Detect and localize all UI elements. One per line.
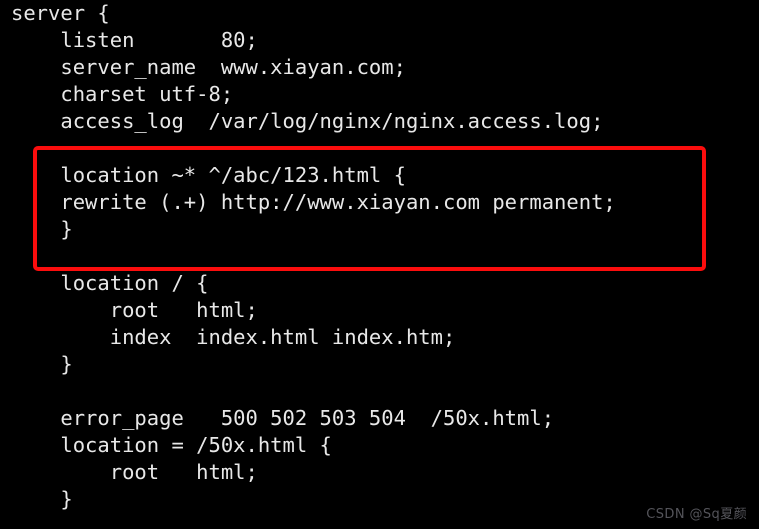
nginx-config-code: server { listen 80; server_name www.xiay…	[11, 0, 751, 513]
code-line-highlighted: }	[11, 217, 73, 241]
code-line-highlighted: rewrite (.+) http://www.xiayan.com perma…	[11, 190, 616, 214]
code-line: listen 80;	[11, 28, 258, 52]
code-line: }	[11, 352, 73, 376]
code-line: location / {	[11, 271, 209, 295]
code-line: location = /50x.html {	[11, 433, 332, 457]
terminal-screenshot: server { listen 80; server_name www.xiay…	[0, 0, 759, 529]
code-line: index index.html index.htm;	[11, 325, 456, 349]
watermark: CSDN @Sq夏颜	[646, 507, 747, 522]
code-line: error_page 500 502 503 504 /50x.html;	[11, 406, 555, 430]
code-line: charset utf-8;	[11, 82, 234, 106]
code-line: }	[11, 487, 73, 511]
code-line: root html;	[11, 298, 258, 322]
code-line: root html;	[11, 460, 258, 484]
code-line: access_log /var/log/nginx/nginx.access.l…	[11, 109, 604, 133]
code-line: server_name www.xiayan.com;	[11, 55, 406, 79]
code-line: server {	[11, 1, 110, 25]
code-line-highlighted: location ~* ^/abc/123.html {	[11, 163, 406, 187]
